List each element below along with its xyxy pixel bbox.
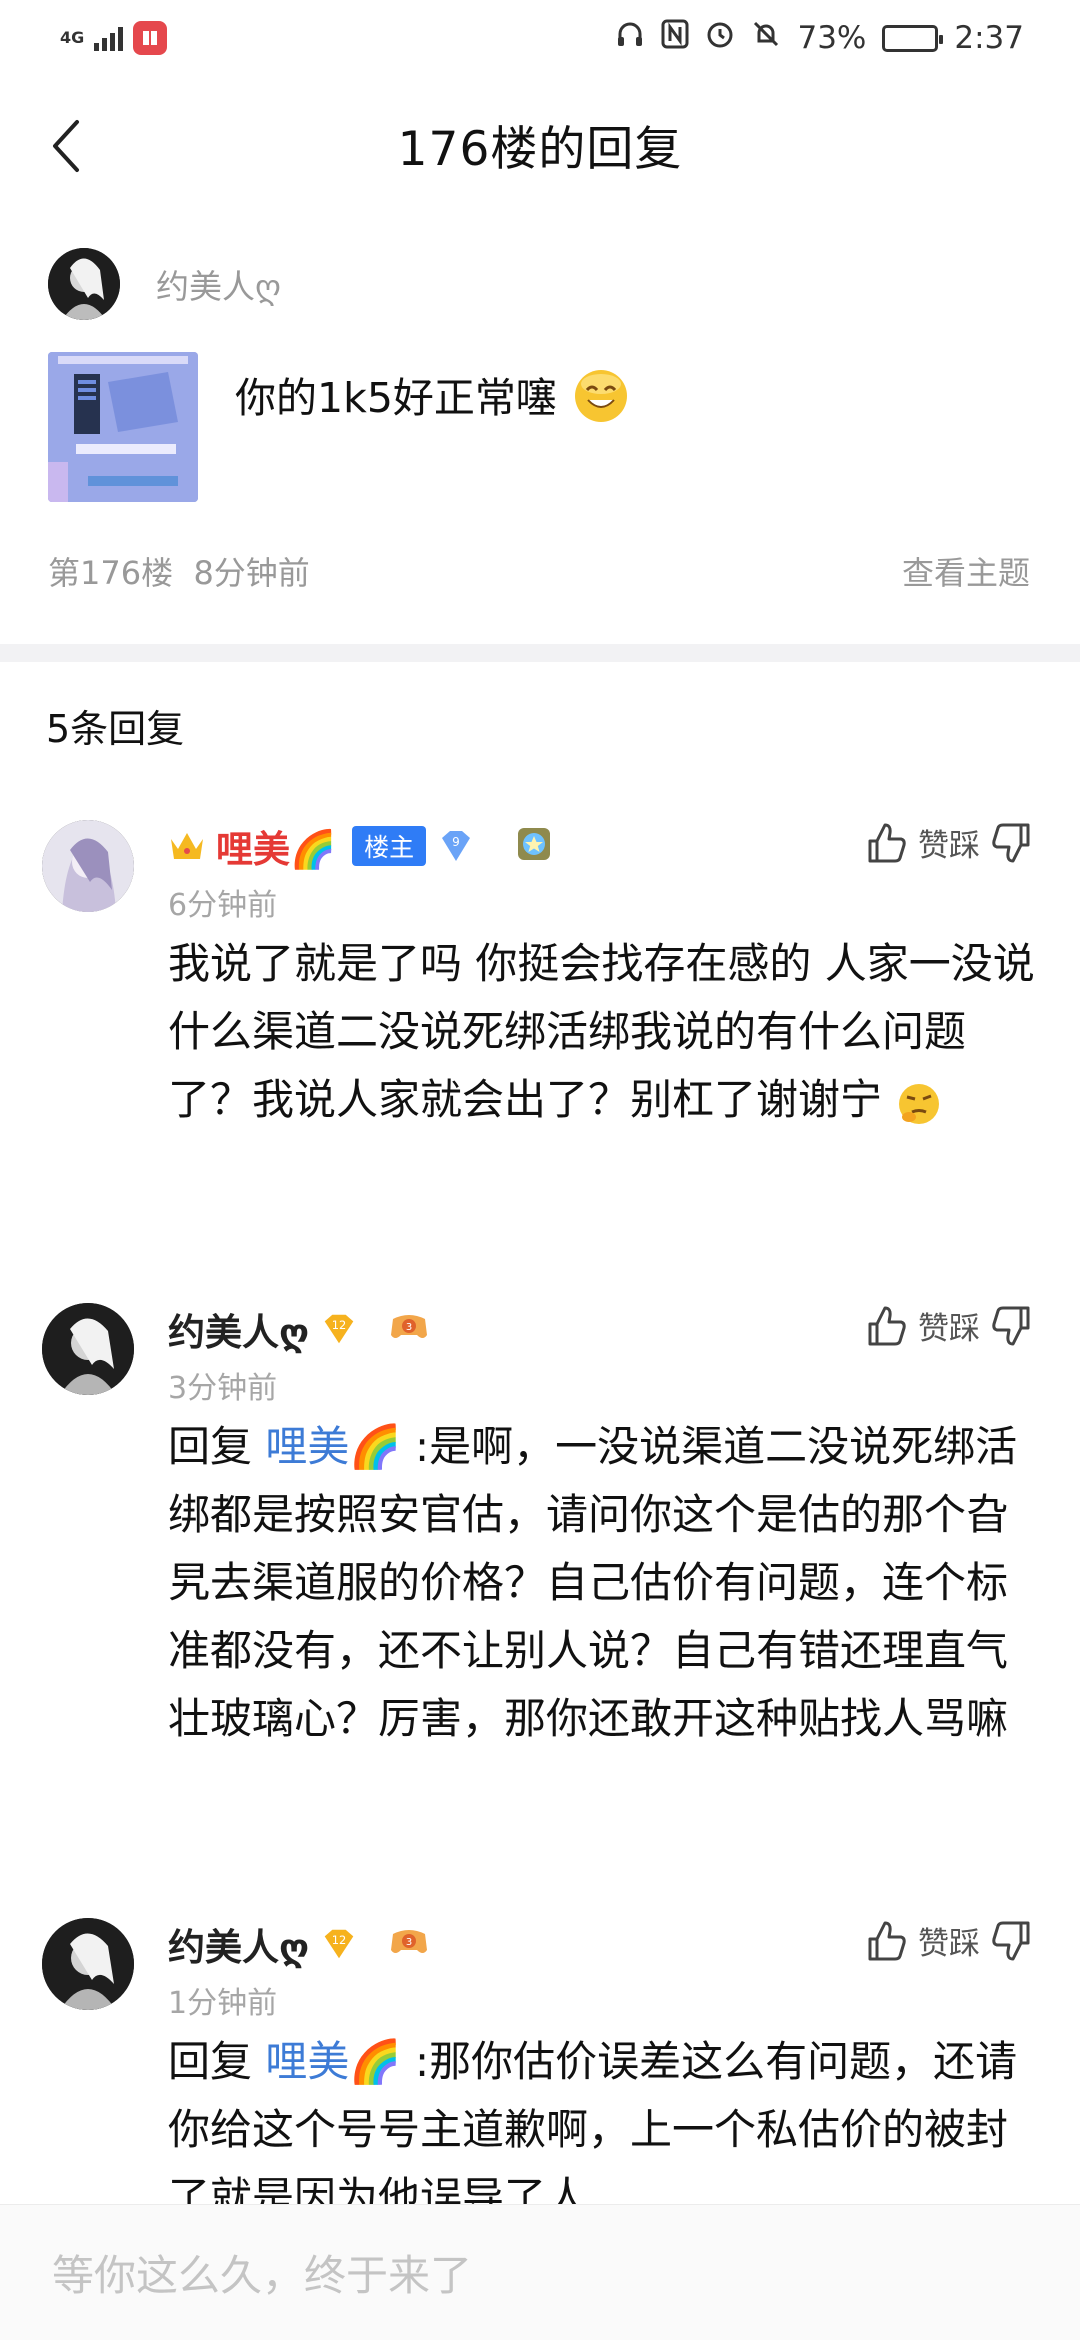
avatar[interactable] xyxy=(42,820,134,912)
name-row: 约美人ღ 12 3 xyxy=(168,1918,431,1970)
vote-label: 赞踩 xyxy=(918,828,980,864)
thumbs-down-icon[interactable] xyxy=(990,1304,1034,1348)
thumbs-down-icon[interactable] xyxy=(990,1919,1034,1963)
chevron-left-icon xyxy=(53,120,79,172)
page-title: 176楼的回复 xyxy=(397,121,683,177)
status-bar: 4G 73% 2:37 xyxy=(0,0,1080,76)
level-number: 9 xyxy=(452,835,460,849)
reply-item: 哩美🌈 楼主 9 6分钟前 赞踩 我说了就是了吗 你挺会找存在感的 人家一没说什… xyxy=(0,820,1080,1240)
status-left: 4G xyxy=(60,21,168,55)
game-medal-icon: 3 xyxy=(387,1309,431,1349)
reply-body: 回复 哩美🌈 :是啊，一没说渠道二没说死绑活绑都是按照安官估，请问你这个是估的那… xyxy=(168,1413,1038,1753)
reply-prefix: 回复 xyxy=(168,2037,253,2086)
headphones-icon xyxy=(615,19,645,57)
back-button[interactable] xyxy=(36,110,96,182)
level-badge-icon: 9 xyxy=(436,828,476,864)
post-text-content: 你的1k5好正常噻 xyxy=(235,374,557,422)
reply-time: 6分钟前 xyxy=(168,888,278,923)
network-type: 4G xyxy=(60,28,85,47)
reply-item: 约美人ღ 12 3 1分钟前 赞踩 回复 哩美🌈 :那你估价误差这么有问题，还请… xyxy=(0,1918,1080,2208)
mute-bell-icon xyxy=(751,19,781,57)
level-number: 12 xyxy=(332,1933,347,1947)
mention-link[interactable]: 哩美🌈 xyxy=(265,2037,401,2086)
thumbs-down-icon[interactable] xyxy=(990,821,1034,865)
floor-number: 第176楼 xyxy=(48,554,174,592)
medal-icon xyxy=(514,824,554,868)
view-topic-link[interactable]: 查看主题 xyxy=(902,548,1030,594)
svg-text:3: 3 xyxy=(406,1322,412,1333)
post-text: 你的1k5好正常噻 xyxy=(235,364,631,424)
reply-input[interactable] xyxy=(52,2245,1032,2305)
post-meta: 第176楼 8分钟前 xyxy=(48,548,310,594)
reply-author-name[interactable]: 哩美🌈 xyxy=(216,819,336,873)
reply-author-name[interactable]: 约美人ღ xyxy=(168,1302,309,1356)
post-author-name[interactable]: 约美人ღ xyxy=(156,260,281,308)
thumbs-up-icon[interactable] xyxy=(864,1304,908,1348)
avatar[interactable] xyxy=(42,1918,134,2010)
vote-label: 赞踩 xyxy=(918,1311,980,1347)
reply-input-bar xyxy=(0,2204,1080,2340)
title-bar: 176楼的回复 xyxy=(0,76,1080,212)
battery-percent: 73% xyxy=(797,20,867,56)
post-author-row[interactable]: 约美人ღ xyxy=(48,248,281,320)
alarm-icon xyxy=(705,19,735,57)
game-medal-icon: 3 xyxy=(387,1924,431,1964)
avatar[interactable] xyxy=(42,1303,134,1395)
clock: 2:37 xyxy=(954,20,1024,56)
level-badge-icon: 12 xyxy=(319,1311,359,1347)
post-image[interactable] xyxy=(48,352,198,502)
notification-app-icon xyxy=(133,21,168,55)
thinking-emoji-icon xyxy=(899,1083,940,1124)
section-divider xyxy=(0,644,1080,662)
reply-time: 1分钟前 xyxy=(168,1986,278,2021)
nfc-icon xyxy=(661,19,689,57)
vote-controls: 赞踩 xyxy=(864,820,1034,865)
thumbs-up-icon[interactable] xyxy=(864,821,908,865)
avatar[interactable] xyxy=(48,248,120,320)
reply-item: 约美人ღ 12 3 3分钟前 赞踩 回复 哩美🌈 :是啊，一没说渠道二没说死绑活… xyxy=(0,1303,1080,1863)
reply-body: 回复 哩美🌈 :那你估价误差这么有问题，还请你给这个号号主道歉啊，上一个私估价的… xyxy=(168,2028,1038,2208)
vote-controls: 赞踩 xyxy=(864,1918,1034,1963)
svg-text:3: 3 xyxy=(406,1937,412,1948)
reply-count: 5条回复 xyxy=(46,707,185,751)
status-right: 73% 2:37 xyxy=(615,19,1024,57)
vote-label: 赞踩 xyxy=(918,1926,980,1962)
name-row: 哩美🌈 楼主 9 xyxy=(168,820,554,872)
signal-icon xyxy=(94,25,124,51)
vote-controls: 赞踩 xyxy=(864,1303,1034,1348)
crown-icon xyxy=(171,833,203,859)
owner-badge: 楼主 xyxy=(352,826,427,866)
smile-emoji-icon xyxy=(574,370,627,422)
level-number: 12 xyxy=(332,1318,347,1332)
reply-body: 我说了就是了吗 你挺会找存在感的 人家一没说什么渠道二没说死绑活绑我说的有什么问… xyxy=(168,930,1038,1134)
name-row: 约美人ღ 12 3 xyxy=(168,1303,431,1355)
level-badge-icon: 12 xyxy=(319,1926,359,1962)
thumbs-up-icon[interactable] xyxy=(864,1919,908,1963)
mention-link[interactable]: 哩美🌈 xyxy=(265,1422,401,1471)
post-time: 8分钟前 xyxy=(193,554,310,592)
battery-icon xyxy=(882,24,944,52)
reply-author-name[interactable]: 约美人ღ xyxy=(168,1917,309,1971)
reply-time: 3分钟前 xyxy=(168,1371,278,1406)
reply-prefix: 回复 xyxy=(168,1422,253,1471)
